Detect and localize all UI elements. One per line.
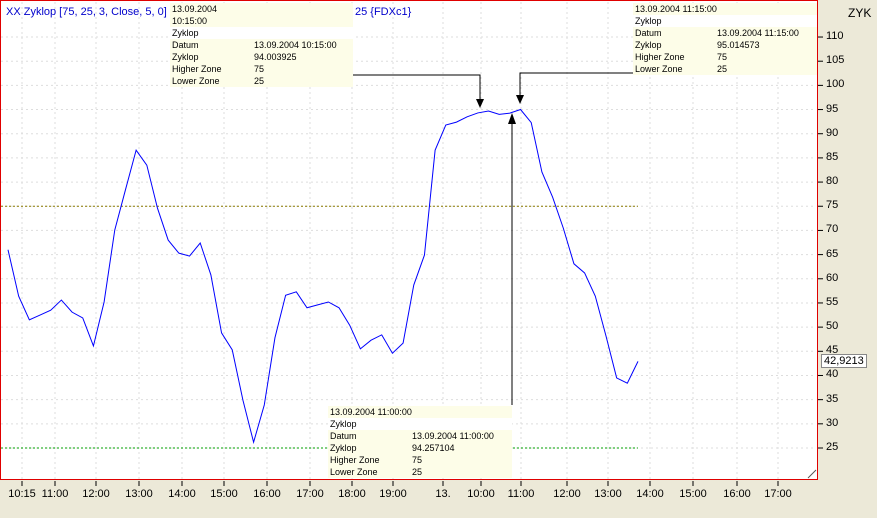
arrow-icon [516, 95, 524, 104]
tooltip-header: 13.09.2004 11:00:00 [330, 407, 412, 417]
tooltip-row: Datum 13.09.2004 10:15:00 [172, 40, 337, 50]
y-tick-label: 70 [826, 223, 839, 236]
y-tick-label: 40 [826, 368, 839, 381]
y-axis-label: ZYK [848, 6, 872, 20]
x-tick-label: 14:00 [636, 488, 664, 500]
tooltip-header: 13.09.2004 10:15:00 [172, 4, 218, 26]
tooltip: 13.09.2004 11:00:00 Zyklop Datum 13.09.2004… [328, 406, 512, 478]
tooltip-series-name: Zyklop [633, 15, 817, 27]
x-tick-label: 10:00 [467, 488, 495, 500]
y-tick-label: 100 [826, 78, 845, 91]
y-tick-label: 105 [826, 54, 845, 67]
x-tick-label: 17:00 [764, 488, 792, 500]
x-tick-label: 12:00 [82, 488, 110, 500]
x-tick-label: 11:00 [41, 488, 69, 500]
tooltip-row: Higher Zone 75 [635, 52, 728, 62]
y-tick-label: 35 [826, 392, 839, 405]
tooltip-row: Datum 13.09.2004 11:00:00 [330, 431, 494, 441]
tooltip: 13.09.2004 10:15:00 Zyklop Datum 13.09.2004… [170, 3, 353, 87]
y-tick-label: 55 [826, 295, 839, 308]
tooltip: 13.09.2004 11:15:00 Zyklop Datum 13.09.2004… [633, 3, 817, 75]
tooltip-row: Lower Zone 25 [635, 64, 728, 74]
tooltip-row: Zyklop 94.257104 [330, 443, 455, 453]
x-tick-label: 19:00 [379, 488, 407, 500]
tooltip-row: Zyklop 95.014573 [635, 40, 760, 50]
tooltip-series-name: Zyklop [170, 27, 353, 39]
y-tick-label: 75 [826, 199, 839, 212]
y-tick-label: 50 [826, 320, 839, 333]
callout-line [352, 74, 481, 105]
x-tick-label: 15:00 [679, 488, 707, 500]
x-tick-label: 13:00 [125, 488, 153, 500]
x-tick-label: 13:00 [594, 488, 622, 500]
chart-title: XX Zyklop [75, 25, 3, Close, 5, 0] 4 [6, 6, 176, 18]
y-tick-label: 45 [826, 344, 839, 357]
resize-grip-icon [807, 469, 817, 479]
tooltip-row: Zyklop 94.003925 [172, 52, 297, 62]
tooltip-row: Datum 13.09.2004 11:15:00 [635, 28, 799, 38]
y-tick-label: 60 [826, 271, 839, 284]
tooltip-row: Higher Zone 75 [330, 455, 423, 465]
tooltip-header: 13.09.2004 11:15:00 [635, 4, 717, 14]
x-tick-label: 12:00 [553, 488, 581, 500]
y-tick-label: 85 [826, 150, 839, 163]
tooltip-row: Higher Zone 75 [172, 64, 265, 74]
callout-line [519, 72, 633, 101]
x-tick-label: 14:00 [168, 488, 196, 500]
x-tick-label: 13. [435, 488, 451, 500]
arrow-icon [508, 113, 516, 124]
x-tick-label: 10:15 [8, 488, 36, 500]
x-tick-label: 18:00 [338, 488, 366, 500]
chart-title-suffix: 25 {FDXc1} [355, 6, 412, 18]
y-tick-label: 30 [826, 416, 839, 429]
y-tick-label: 110 [826, 30, 844, 43]
y-tick-label: 80 [826, 175, 839, 188]
tooltip-series-name: Zyklop [328, 418, 512, 430]
x-tick-label: 11:00 [507, 488, 535, 500]
y-tick-label: 25 [826, 441, 839, 453]
arrow-icon [476, 99, 484, 108]
y-tick-label: 95 [826, 102, 839, 115]
y-tick-label: 65 [826, 247, 839, 260]
x-tick-label: 17:00 [296, 488, 324, 500]
y-tick-label: 90 [826, 126, 839, 139]
tooltip-row: Lower Zone 25 [330, 467, 423, 477]
x-tick-label: 16:00 [253, 488, 281, 500]
zyklop-series-line [7, 108, 639, 445]
x-tick-label: 16:00 [723, 488, 751, 500]
x-tick-label: 15:00 [210, 488, 238, 500]
tooltip-row: Lower Zone 25 [172, 76, 265, 86]
